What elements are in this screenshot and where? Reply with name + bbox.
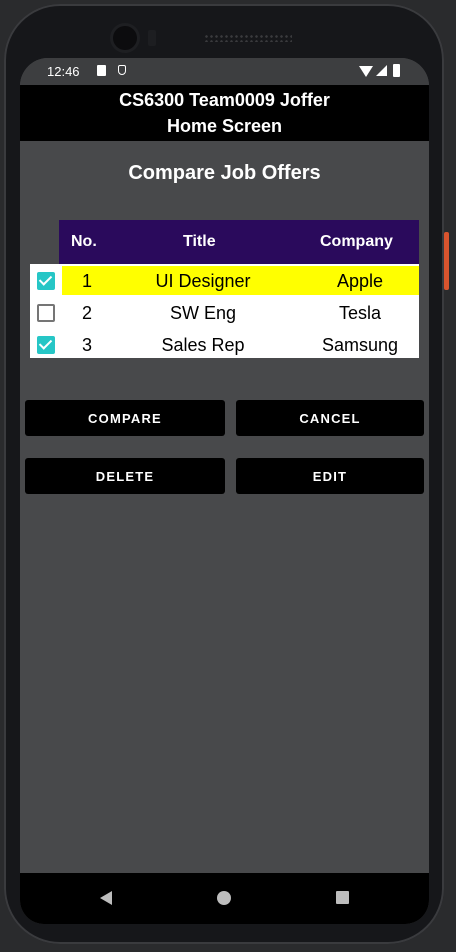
- back-icon[interactable]: [100, 891, 112, 905]
- cell-title: Sales Rep: [161, 335, 245, 355]
- row-checkbox[interactable]: [37, 272, 55, 290]
- cell-no: 2: [81, 303, 92, 323]
- cell-signal-icon: [376, 65, 387, 76]
- table-row[interactable]: 3 Sales Rep Samsung: [30, 330, 419, 361]
- status-time: 12:46: [47, 64, 80, 79]
- row-checkbox[interactable]: [37, 336, 55, 354]
- compare-button[interactable]: COMPARE: [25, 400, 225, 436]
- delete-button[interactable]: DELETE: [25, 458, 225, 494]
- header-company: Company: [320, 233, 393, 250]
- status-bar: 12:46: [20, 58, 429, 85]
- header-no: No.: [71, 233, 97, 250]
- app-screen: 12:46 CS6300 Team0009 Joffer Home Screen…: [20, 58, 429, 924]
- app-title: CS6300 Team0009 Joffer: [119, 90, 330, 110]
- row-checkbox[interactable]: [37, 304, 55, 322]
- table-header: No. Title Company: [59, 220, 419, 264]
- wifi-icon: [359, 66, 373, 77]
- table-row[interactable]: 2 SW Eng Tesla: [30, 298, 419, 329]
- camera-icon: [113, 26, 137, 50]
- speaker-grille: [204, 34, 292, 42]
- cell-title: SW Eng: [169, 303, 237, 323]
- table-body: 1 UI Designer Apple 2 SW Eng Tesla 3 Sal…: [30, 264, 419, 358]
- table-row[interactable]: 1 UI Designer Apple: [30, 266, 419, 297]
- edit-button[interactable]: EDIT: [236, 458, 424, 494]
- cell-company: Tesla: [338, 303, 382, 323]
- job-offers-table: No. Title Company 1 UI Designer Apple 2 …: [30, 220, 419, 358]
- cell-no: 3: [81, 335, 92, 355]
- cancel-button[interactable]: CANCEL: [236, 400, 424, 436]
- recents-icon[interactable]: [336, 891, 349, 904]
- app-bar: CS6300 Team0009 Joffer Home Screen: [20, 85, 429, 141]
- cell-company: Apple: [336, 271, 384, 291]
- cell-company: Samsung: [321, 335, 399, 355]
- header-title: Title: [183, 233, 216, 250]
- page-title: Compare Job Offers: [128, 162, 321, 184]
- battery-icon: [393, 64, 400, 77]
- sim-card-icon: [97, 65, 106, 76]
- cell-title: UI Designer: [155, 271, 251, 291]
- cell-no: 1: [81, 271, 92, 291]
- camera-notch: [148, 30, 156, 46]
- power-button: [444, 232, 449, 290]
- shield-icon: [118, 65, 126, 75]
- navigation-bar: [20, 873, 429, 924]
- screen-title: Home Screen: [166, 116, 283, 136]
- home-icon[interactable]: [217, 891, 231, 905]
